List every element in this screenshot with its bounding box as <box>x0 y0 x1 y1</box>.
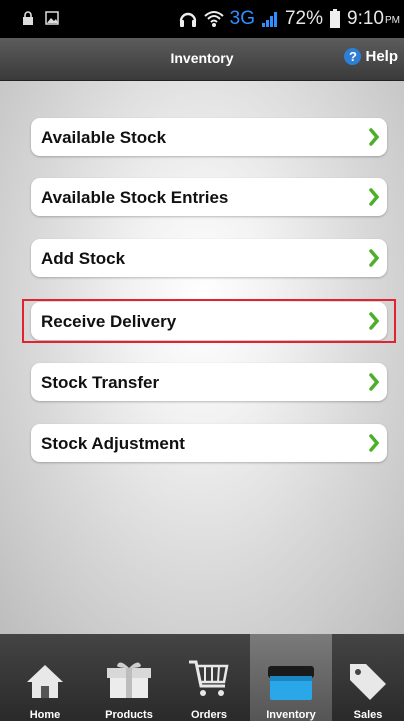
menu-item-label: Stock Transfer <box>41 373 160 392</box>
help-label: Help <box>365 48 398 65</box>
signal-icon <box>261 12 277 27</box>
clock-time: 9:10 <box>347 8 384 29</box>
tab-label: Home <box>29 709 61 721</box>
tab-label: Sales <box>353 709 383 721</box>
storage-box-icon <box>268 666 314 700</box>
menu-item-available-stock-entries[interactable]: Available Stock Entries <box>31 178 387 216</box>
lock-icon <box>23 11 33 25</box>
shopping-cart-icon <box>189 660 229 696</box>
menu-item-stock-transfer[interactable]: Stock Transfer <box>31 363 387 401</box>
chevron-right-icon <box>369 373 380 391</box>
tab-label: Products <box>105 709 153 721</box>
menu-area: Available Stock Available Stock Entries … <box>0 81 404 634</box>
status-bar: 3G 72% 9:10 PM <box>0 0 404 38</box>
gift-box-icon <box>107 662 151 698</box>
image-icon <box>45 11 59 25</box>
help-icon: ? <box>344 48 362 65</box>
battery-icon <box>330 9 341 28</box>
status-right: 3G 72% 9:10 PM <box>178 6 400 32</box>
tab-sales[interactable]: Sales <box>332 634 404 721</box>
chevron-right-icon <box>369 188 380 206</box>
menu-item-label: Stock Adjustment <box>41 434 185 453</box>
menu-item-label: Available Stock <box>41 128 167 147</box>
network-type: 3G <box>229 8 255 29</box>
chevron-right-icon <box>369 249 380 267</box>
headset-icon <box>179 12 196 27</box>
price-tag-icon <box>350 664 386 700</box>
home-icon <box>27 665 63 698</box>
battery-percent: 72% <box>284 8 324 29</box>
tab-home[interactable]: Home <box>0 634 90 721</box>
clock-suffix: PM <box>385 15 400 26</box>
tab-inventory[interactable]: Inventory <box>250 634 332 721</box>
bottom-tab-bar: Home Products Orders Inventory Sales <box>0 634 404 721</box>
tab-label: Inventory <box>266 709 316 721</box>
tab-orders[interactable]: Orders <box>168 634 250 721</box>
help-button[interactable]: ? Help <box>344 48 398 65</box>
menu-item-label: Available Stock Entries <box>41 188 229 207</box>
page-title: Inventory <box>170 50 234 66</box>
menu-item-available-stock[interactable]: Available Stock <box>31 118 387 156</box>
menu-item-stock-adjustment[interactable]: Stock Adjustment <box>31 424 387 462</box>
menu-item-add-stock[interactable]: Add Stock <box>31 239 387 277</box>
chevron-right-icon <box>369 434 380 452</box>
menu-item-label: Add Stock <box>41 249 126 268</box>
menu-item-label: Receive Delivery <box>41 312 177 331</box>
chevron-right-icon <box>369 128 380 146</box>
chevron-right-icon <box>369 312 380 330</box>
wifi-icon <box>203 11 224 27</box>
title-bar: Inventory ? Help <box>0 38 404 81</box>
tab-label: Orders <box>190 709 228 721</box>
menu-item-receive-delivery[interactable]: Receive Delivery <box>31 302 387 340</box>
tab-products[interactable]: Products <box>90 634 168 721</box>
